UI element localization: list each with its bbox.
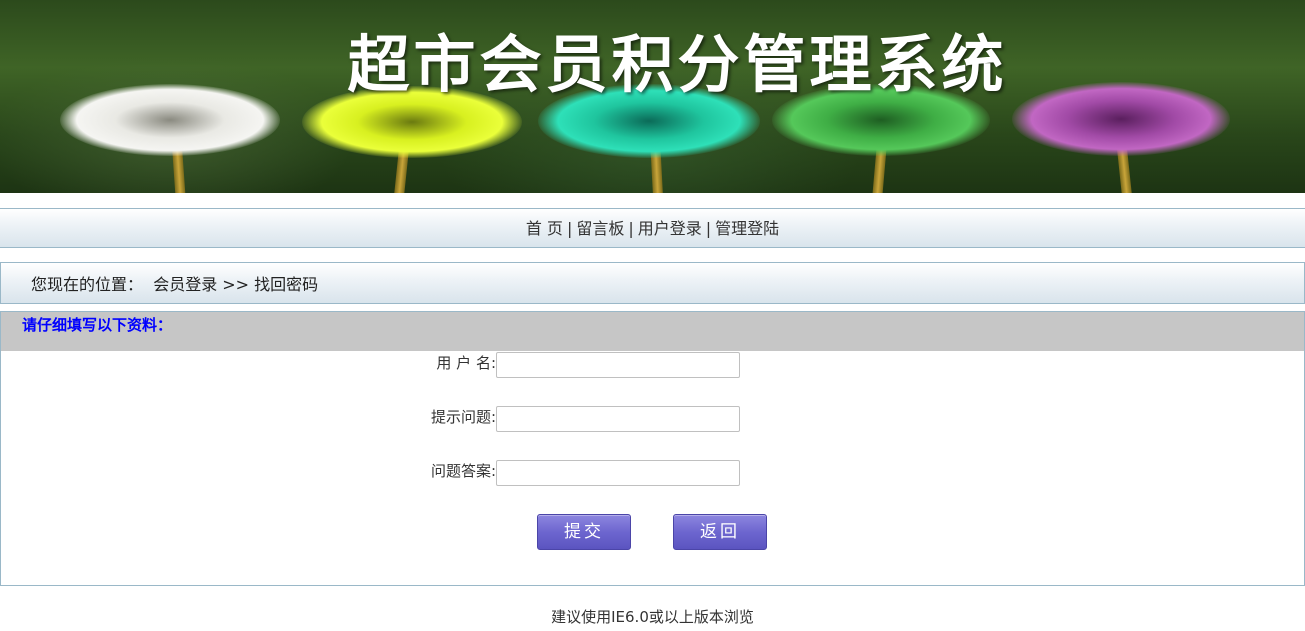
nav-separator: | [566,219,573,238]
retrieve-password-form: 请仔细填写以下资料： 用 户 名: 提示问题: 问题答案: 提交 返回 [0,311,1305,586]
breadcrumb-path: 会员登录 >> 找回密码 [153,275,319,294]
back-button[interactable]: 返回 [673,514,767,550]
nav-separator: | [705,219,712,238]
nav-user-login-link[interactable]: 用户登录 [638,219,702,238]
breadcrumb: 您现在的位置： 会员登录 >> 找回密码 [0,262,1305,304]
form-heading: 请仔细填写以下资料： [1,312,1304,351]
breadcrumb-text: 您现在的位置： 会员登录 >> 找回密码 [31,263,318,307]
nav-guestbook-link[interactable]: 留言板 [576,219,624,238]
username-row: 用 户 名: [1,352,1304,380]
nav-separator: | [628,219,634,238]
hint-question-row: 提示问题: [1,406,1304,434]
answer-label: 问题答案: [430,462,496,480]
username-label: 用 户 名: [436,354,496,372]
hint-question-label: 提示问题: [430,408,496,426]
username-input[interactable] [496,352,740,378]
answer-row: 问题答案: [1,460,1304,488]
top-nav: 首 页 | 留言板 | 用户登录 | 管理登陆 [0,208,1305,248]
hint-question-input[interactable] [496,406,740,432]
system-title: 超市会员积分管理系统 [347,28,1008,101]
breadcrumb-prefix: 您现在的位置： [31,275,144,294]
nav-admin-login-link[interactable]: 管理登陆 [715,219,779,238]
header-banner: 超市会员积分管理系统 [0,0,1305,193]
submit-button[interactable]: 提交 [537,514,631,550]
browser-suggestion: 建议使用IE6.0或以上版本浏览 [551,608,754,626]
answer-input[interactable] [496,460,740,486]
nav-home-link[interactable]: 首 页 [526,219,563,238]
